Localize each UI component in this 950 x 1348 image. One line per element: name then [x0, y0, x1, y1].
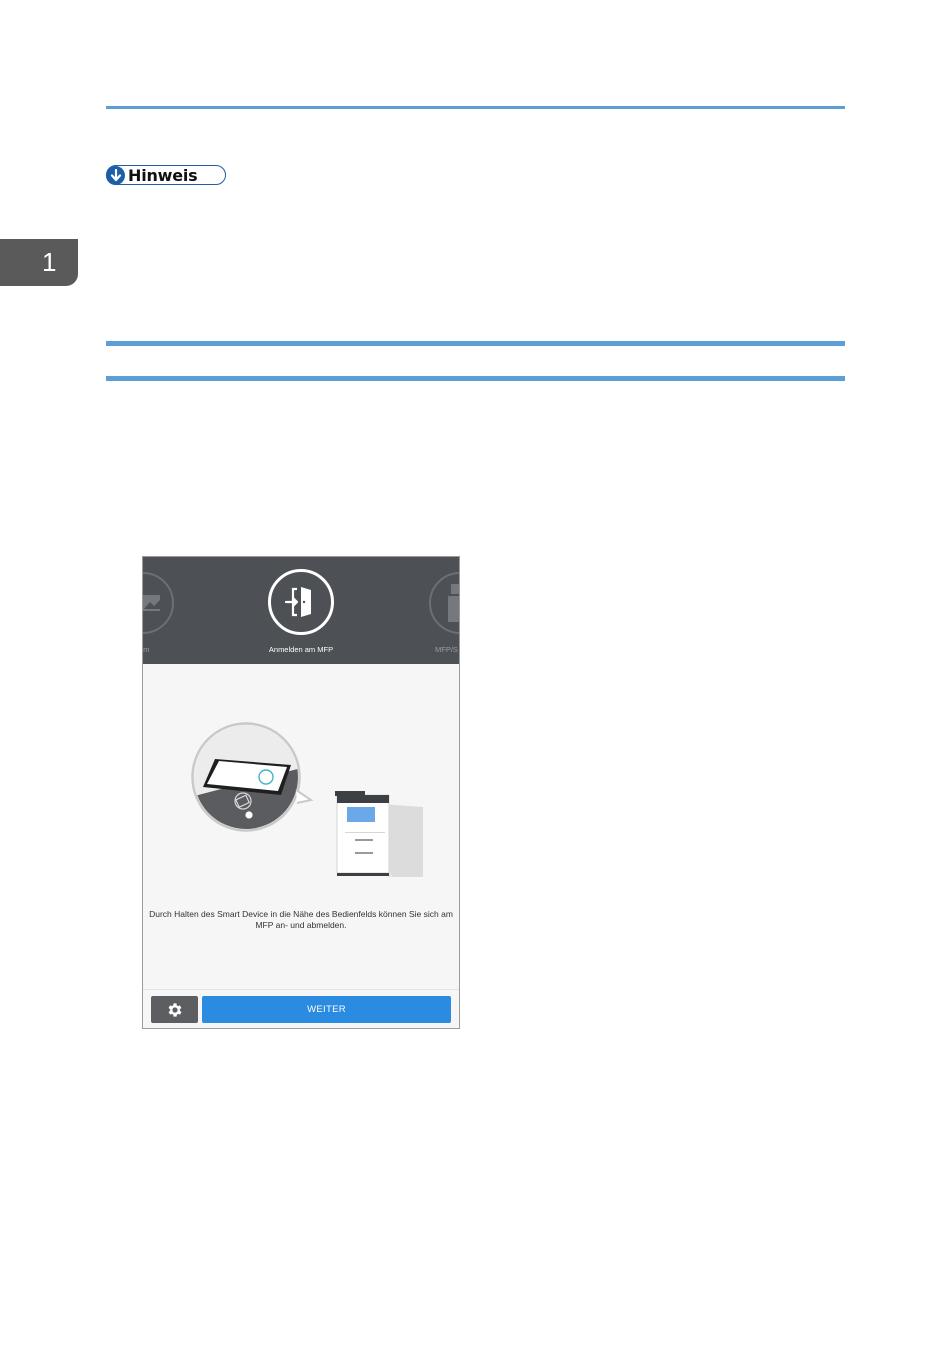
settings-button[interactable]	[151, 996, 198, 1023]
app-screenshot: um Anmelden am MFP MFP/S D	[142, 556, 460, 1029]
section-rule-bottom	[106, 376, 845, 381]
note-label: Hinweis	[128, 165, 198, 185]
carousel-item-left[interactable]	[143, 572, 174, 634]
arrow-down-icon	[106, 165, 125, 185]
carousel-header: um Anmelden am MFP MFP/S	[143, 557, 459, 664]
bottom-divider	[143, 989, 459, 990]
login-door-icon	[284, 587, 311, 617]
instruction-text: Durch Halten des Smart Device in die Näh…	[149, 909, 453, 930]
carousel-item-right[interactable]	[429, 572, 459, 634]
nfc-login-illustration	[191, 722, 423, 877]
note-badge: Hinweis	[106, 165, 226, 185]
gear-icon	[168, 1002, 182, 1017]
device-icon	[448, 584, 459, 622]
header-rule	[106, 106, 845, 109]
carousel-label-center: Anmelden am MFP	[268, 645, 334, 654]
carousel-item-login[interactable]	[268, 569, 334, 635]
image-icon	[143, 595, 160, 611]
section-rule-top	[106, 341, 845, 346]
chapter-tab: 1	[0, 239, 78, 286]
next-button[interactable]: WEITER	[202, 996, 451, 1023]
chapter-number: 1	[42, 247, 57, 277]
carousel-label-right: MFP/S	[435, 645, 458, 654]
